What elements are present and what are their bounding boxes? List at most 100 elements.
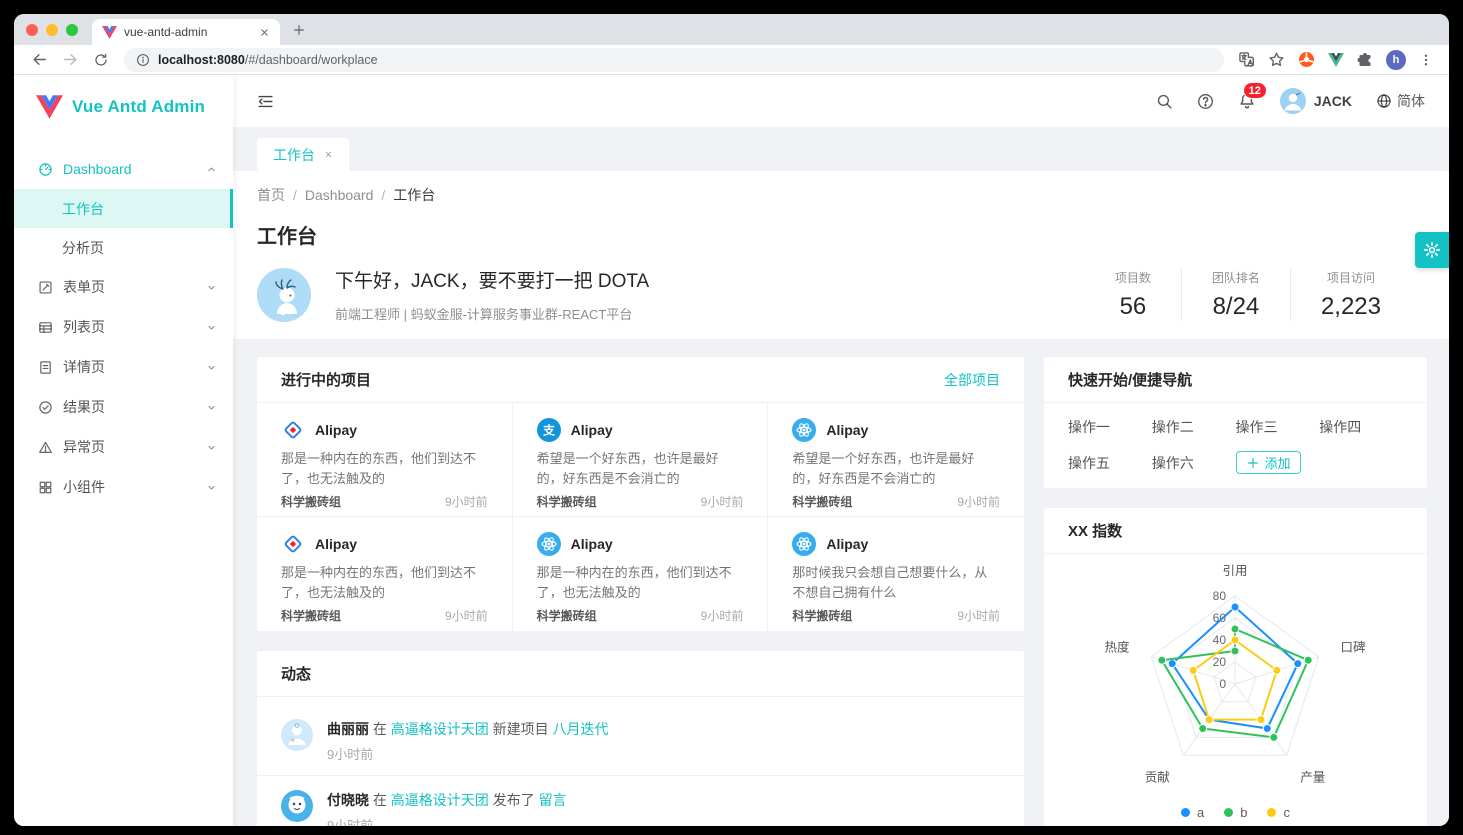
- reload-icon[interactable]: [93, 52, 109, 68]
- radar-axis-label: 口碑: [1341, 640, 1366, 655]
- project-name[interactable]: Alipay: [571, 536, 613, 552]
- minimize-window-button[interactable]: [46, 24, 58, 36]
- sidebar-subitem-0-0[interactable]: 工作台: [14, 189, 233, 228]
- app-logo[interactable]: Vue Antd Admin: [14, 75, 233, 139]
- breadcrumb-item[interactable]: Dashboard: [305, 187, 374, 203]
- project-card-4[interactable]: Alipay那是一种内在的东西，他们到达不了，也无法触及的科学搬砖组9小时前: [513, 517, 769, 631]
- close-window-button[interactable]: [26, 24, 38, 36]
- legend-label: b: [1240, 805, 1247, 820]
- activity-body: 付晓晓 在 高逼格设计天团 发布了 留言9小时前: [327, 790, 567, 826]
- quicknav-link-5[interactable]: 操作六: [1152, 453, 1236, 473]
- screen: vue-antd-admin localhost:8080/#/dashboar…: [0, 0, 1463, 835]
- legend-label: a: [1197, 805, 1204, 820]
- menu-fold-icon[interactable]: [257, 93, 274, 110]
- activities-title: 动态: [281, 663, 311, 684]
- search-icon[interactable]: [1156, 93, 1173, 110]
- language-switcher[interactable]: 简体: [1376, 91, 1425, 111]
- legend-item-a[interactable]: a: [1181, 805, 1204, 820]
- quicknav-link-3[interactable]: 操作四: [1319, 417, 1403, 437]
- browser-profile-avatar[interactable]: h: [1386, 50, 1406, 70]
- project-group-link[interactable]: 科学搬砖组: [281, 493, 341, 510]
- back-icon[interactable]: [31, 51, 48, 68]
- project-name[interactable]: Alipay: [571, 422, 613, 438]
- block-icon: [38, 480, 53, 495]
- sidebar-item-0[interactable]: Dashboard: [14, 149, 233, 189]
- project-card-3[interactable]: Alipay那是一种内在的东西，他们到达不了，也无法触及的科学搬砖组9小时前: [257, 517, 513, 631]
- quicknav-link-4[interactable]: 操作五: [1068, 453, 1152, 473]
- notification-bell-icon[interactable]: 12: [1238, 92, 1256, 110]
- quicknav-link-0[interactable]: 操作一: [1068, 417, 1152, 437]
- activity-avatar: [281, 790, 313, 822]
- quicknav-link-1[interactable]: 操作二: [1152, 417, 1236, 437]
- user-menu[interactable]: JACK: [1280, 88, 1352, 114]
- activity-link[interactable]: 高逼格设计天团: [391, 721, 489, 737]
- project-card-5[interactable]: Alipay那时候我只会想自己想要什么，从不想自己拥有什么科学搬砖组9小时前: [768, 517, 1024, 631]
- sidebar-subitem-0-1[interactable]: 分析页: [14, 228, 233, 267]
- project-name[interactable]: Alipay: [826, 536, 868, 552]
- project-group-link[interactable]: 科学搬砖组: [537, 493, 597, 510]
- zoom-window-button[interactable]: [66, 24, 78, 36]
- project-group-link[interactable]: 科学搬砖组: [792, 493, 852, 510]
- breadcrumb-item[interactable]: 首页: [257, 187, 285, 203]
- legend-item-c[interactable]: c: [1267, 805, 1290, 820]
- project-group-link[interactable]: 科学搬砖组: [281, 607, 341, 624]
- activity-user[interactable]: 付晓晓: [327, 792, 369, 808]
- sidebar-item-label: 详情页: [63, 357, 105, 377]
- antd-icon: [792, 532, 816, 556]
- project-time: 9小时前: [701, 493, 744, 510]
- sidebar-item-3[interactable]: 详情页: [14, 347, 233, 387]
- forward-icon[interactable]: [62, 51, 79, 68]
- project-name[interactable]: Alipay: [315, 422, 357, 438]
- sidebar-item-5[interactable]: 异常页: [14, 427, 233, 467]
- sidebar-item-6[interactable]: 小组件: [14, 467, 233, 507]
- form-icon: [38, 280, 53, 295]
- browser-tab[interactable]: vue-antd-admin: [92, 19, 280, 45]
- new-tab-button[interactable]: [292, 23, 306, 37]
- vue-devtools-icon[interactable]: [1328, 53, 1344, 67]
- extensions-puzzle-icon[interactable]: [1357, 52, 1373, 68]
- page-tab-close-icon[interactable]: [324, 150, 333, 159]
- sidebar-item-4[interactable]: 结果页: [14, 387, 233, 427]
- quicknav-link-2[interactable]: 操作三: [1236, 417, 1320, 437]
- bookmark-star-icon[interactable]: [1268, 51, 1285, 68]
- activities-card: 动态 曲丽丽 在 高逼格设计天团 新建项目 八月迭代9小时前付晓晓 在 高逼格设…: [257, 651, 1024, 826]
- activity-time: 9小时前: [327, 744, 609, 763]
- settings-drawer-button[interactable]: [1415, 232, 1449, 268]
- activity-link[interactable]: 留言: [539, 792, 567, 808]
- project-card-2[interactable]: Alipay希望是一个好东西，也许是最好的，好东西是不会消亡的科学搬砖组9小时前: [768, 403, 1024, 517]
- site-info-icon[interactable]: [136, 53, 150, 67]
- browser-menu-kebab-icon[interactable]: [1419, 52, 1433, 68]
- legend-item-b[interactable]: b: [1224, 805, 1247, 820]
- notification-badge: 12: [1243, 82, 1267, 99]
- sidebar-item-2[interactable]: 列表页: [14, 307, 233, 347]
- user-avatar: [1280, 88, 1306, 114]
- project-name[interactable]: Alipay: [315, 536, 357, 552]
- project-card-1[interactable]: 支Alipay希望是一个好东西，也许是最好的，好东西是不会消亡的科学搬砖组9小时…: [513, 403, 769, 517]
- url-path: /#/dashboard/workplace: [245, 53, 378, 67]
- address-bar[interactable]: localhost:8080/#/dashboard/workplace: [124, 48, 1224, 72]
- activity-user[interactable]: 曲丽丽: [327, 721, 369, 737]
- project-footer: 科学搬砖组9小时前: [281, 607, 488, 624]
- help-icon[interactable]: [1197, 93, 1214, 110]
- extension-orange-icon[interactable]: [1298, 51, 1315, 68]
- project-card-0[interactable]: Alipay那是一种内在的东西，他们到达不了，也无法触及的科学搬砖组9小时前: [257, 403, 513, 517]
- page-tab-workplace[interactable]: 工作台: [257, 138, 349, 171]
- activity-link[interactable]: 八月迭代: [553, 721, 609, 737]
- project-group-link[interactable]: 科学搬砖组: [537, 607, 597, 624]
- radar-chart-body: 020406080引用口碑产量贡献热度 abc: [1044, 554, 1427, 826]
- project-group-link[interactable]: 科学搬砖组: [792, 607, 852, 624]
- activity-time: 9小时前: [327, 815, 567, 826]
- add-button[interactable]: 添加: [1236, 451, 1301, 474]
- svg-text:支: 支: [542, 423, 556, 438]
- all-projects-link[interactable]: 全部项目: [944, 370, 1000, 390]
- project-name[interactable]: Alipay: [826, 422, 868, 438]
- project-description: 那时候我只会想自己想要什么，从不想自己拥有什么: [792, 563, 1000, 603]
- translate-icon[interactable]: [1238, 51, 1255, 68]
- chevron-down-icon: [206, 402, 217, 413]
- radar-point-b: [1199, 725, 1207, 733]
- warning-icon: [38, 440, 53, 455]
- sidebar-item-1[interactable]: 表单页: [14, 267, 233, 307]
- main-column: 12 JACK 简体 工作台: [233, 75, 1449, 826]
- activity-link[interactable]: 高逼格设计天团: [391, 792, 489, 808]
- tab-close-icon[interactable]: [259, 27, 270, 38]
